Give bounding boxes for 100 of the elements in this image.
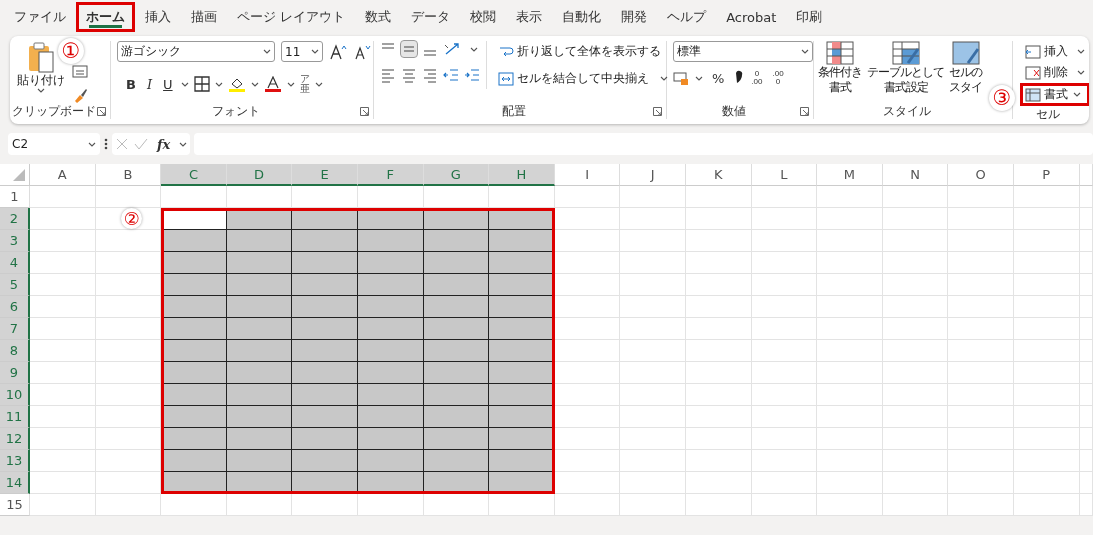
shaded-cell[interactable]	[161, 450, 227, 472]
shrink-font-icon[interactable]	[353, 43, 371, 60]
shaded-cell[interactable]	[226, 450, 293, 472]
shaded-cell[interactable]	[423, 296, 490, 318]
dialog-launcher-icon[interactable]	[97, 107, 106, 116]
shaded-cell[interactable]	[161, 406, 227, 428]
cell-styles-button[interactable]: セルの スタイ	[948, 41, 983, 103]
format-cells-button[interactable]: 書式	[1020, 83, 1089, 106]
row-header[interactable]: 14	[0, 472, 30, 494]
font-color-icon[interactable]	[263, 76, 282, 92]
insert-cells-button[interactable]: 挿入	[1020, 41, 1089, 62]
fill-color-icon[interactable]	[227, 76, 246, 92]
menu-tab[interactable]: 印刷	[786, 2, 833, 32]
font-name-field[interactable]: 游ゴシック	[117, 41, 275, 62]
row-header[interactable]: 5	[0, 274, 30, 296]
brush-icon[interactable]	[72, 87, 88, 103]
shaded-cell[interactable]	[489, 340, 555, 362]
shaded-cell[interactable]	[292, 296, 358, 318]
shaded-cell[interactable]	[423, 428, 490, 450]
row-header[interactable]: 13	[0, 450, 30, 472]
shaded-cell[interactable]	[423, 406, 490, 428]
font-size-field[interactable]: 11	[281, 41, 323, 62]
shaded-cell[interactable]	[226, 252, 293, 274]
shaded-cell[interactable]	[357, 252, 424, 274]
select-all-corner[interactable]	[0, 164, 30, 186]
shaded-cell[interactable]	[161, 362, 227, 384]
column-header[interactable]: D	[226, 164, 293, 186]
shaded-cell[interactable]	[357, 428, 424, 450]
row-header[interactable]: 1	[0, 186, 30, 208]
shaded-cell[interactable]	[423, 362, 490, 384]
shaded-cell[interactable]	[292, 362, 358, 384]
shaded-cell[interactable]	[489, 252, 555, 274]
column-header[interactable]: B	[95, 164, 162, 186]
insert-function-button[interactable]: fx	[154, 136, 174, 152]
shaded-cell[interactable]	[489, 230, 555, 252]
align-left-icon[interactable]	[380, 67, 396, 83]
shaded-cell[interactable]	[357, 230, 424, 252]
name-box[interactable]: C2	[8, 133, 100, 155]
shaded-cell[interactable]	[489, 362, 555, 384]
shaded-cell[interactable]	[161, 230, 227, 252]
shaded-cell[interactable]	[292, 472, 358, 494]
format-as-table-button[interactable]: テーブルとして 書式設定	[866, 41, 945, 103]
currency-icon[interactable]	[673, 70, 689, 86]
row-header[interactable]: 11	[0, 406, 30, 428]
dialog-launcher-icon[interactable]	[360, 107, 369, 116]
shaded-cell[interactable]	[226, 406, 293, 428]
row-header[interactable]: 10	[0, 384, 30, 406]
increase-indent-icon[interactable]	[464, 67, 480, 83]
row-header[interactable]: 12	[0, 428, 30, 450]
column-header[interactable]: A	[30, 164, 96, 186]
column-header[interactable]: M	[817, 164, 883, 186]
column-header[interactable]: O	[948, 164, 1014, 186]
comma-style-icon[interactable]	[733, 70, 744, 86]
shaded-cell[interactable]	[423, 340, 490, 362]
row-header[interactable]: 8	[0, 340, 30, 362]
cancel-icon[interactable]	[116, 138, 128, 150]
shaded-cell[interactable]	[357, 296, 424, 318]
italic-button[interactable]: I	[143, 76, 156, 92]
shaded-cell[interactable]	[423, 252, 490, 274]
wrap-text-button[interactable]: 折り返して全体を表示する	[493, 41, 673, 62]
shaded-cell[interactable]	[292, 318, 358, 340]
shaded-cell[interactable]	[292, 428, 358, 450]
grow-font-icon[interactable]	[329, 43, 347, 60]
shaded-cell[interactable]	[292, 274, 358, 296]
shaded-cell[interactable]	[161, 274, 227, 296]
shaded-cell[interactable]	[423, 384, 490, 406]
shaded-cell[interactable]	[226, 384, 293, 406]
shaded-cell[interactable]	[357, 318, 424, 340]
row-header[interactable]: 7	[0, 318, 30, 340]
menu-tab[interactable]: 自動化	[552, 2, 612, 32]
shaded-cell[interactable]	[489, 296, 555, 318]
shaded-cell[interactable]	[292, 340, 358, 362]
menu-tab[interactable]: 開発	[611, 2, 658, 32]
shaded-cell[interactable]	[489, 406, 555, 428]
shaded-cell[interactable]	[489, 384, 555, 406]
middle-align-icon[interactable]	[401, 41, 417, 57]
shaded-cell[interactable]	[161, 428, 227, 450]
shaded-cell[interactable]	[357, 406, 424, 428]
column-header[interactable]: P	[1013, 164, 1080, 186]
shaded-cell[interactable]	[423, 318, 490, 340]
menu-tab[interactable]: ヘルプ	[657, 2, 717, 32]
menu-tab[interactable]: データ	[401, 2, 461, 32]
dialog-launcher-icon[interactable]	[653, 107, 662, 116]
shaded-cell[interactable]	[292, 450, 358, 472]
menu-tab[interactable]: 表示	[506, 2, 553, 32]
row-header[interactable]: 3	[0, 230, 30, 252]
menu-tab[interactable]: 挿入	[135, 2, 181, 32]
shaded-cell[interactable]	[292, 384, 358, 406]
shaded-cell[interactable]	[226, 296, 293, 318]
shaded-cell[interactable]	[423, 230, 490, 252]
menu-tab[interactable]: 数式	[355, 2, 402, 32]
align-center-icon[interactable]	[401, 67, 417, 83]
menu-tab[interactable]: 描画	[181, 2, 227, 32]
shaded-cell[interactable]	[161, 296, 227, 318]
column-header[interactable]: C	[161, 164, 227, 186]
row-header[interactable]: 15	[0, 494, 30, 516]
column-header[interactable]: N	[882, 164, 949, 186]
increase-decimal-button[interactable]: 0 .00	[749, 70, 765, 86]
shaded-cell[interactable]	[226, 318, 293, 340]
decrease-indent-icon[interactable]	[443, 67, 459, 83]
